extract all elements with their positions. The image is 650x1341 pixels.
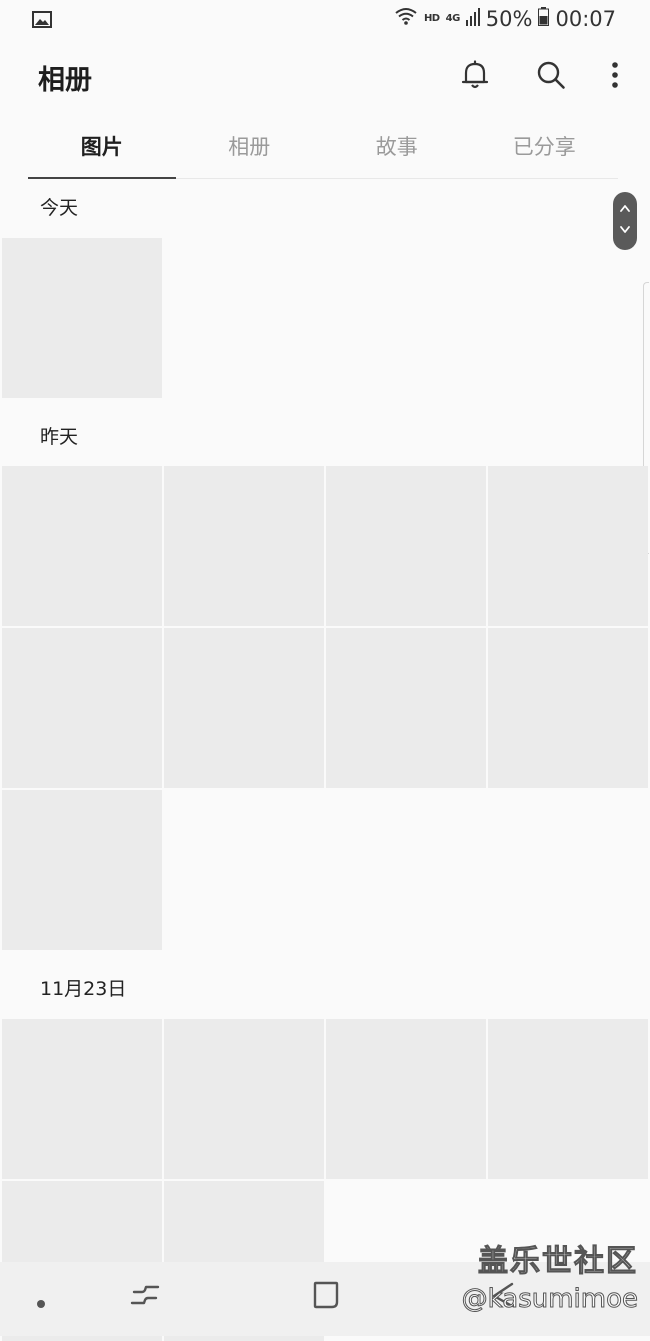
signal-icon: [465, 7, 480, 31]
battery-icon: [538, 6, 550, 31]
photo-thumbnail[interactable]: [326, 466, 486, 626]
fast-scroll-handle[interactable]: [613, 192, 637, 250]
search-button[interactable]: [532, 58, 570, 96]
photo-thumbnail[interactable]: [326, 1019, 486, 1179]
photo-thumbnail[interactable]: [2, 238, 162, 398]
more-options-button[interactable]: [608, 58, 622, 96]
photo-thumbnail[interactable]: [488, 1019, 648, 1179]
section-header-nov-23: 11月23日: [40, 978, 127, 1000]
tab-bar: 图片 相册 故事 已分享: [28, 122, 618, 179]
section-header-today: 今天: [40, 197, 79, 219]
nav-dot-icon: [36, 1294, 46, 1313]
photo-thumbnail[interactable]: [164, 1019, 324, 1179]
photo-thumbnail[interactable]: [326, 628, 486, 788]
tab-shared[interactable]: 已分享: [471, 122, 619, 178]
photo-thumbnail[interactable]: [2, 790, 162, 950]
tab-pictures[interactable]: 图片: [28, 122, 176, 179]
home-icon[interactable]: [312, 1280, 340, 1314]
more-vert-icon: [612, 62, 618, 92]
clock: 00:07: [555, 6, 616, 31]
photo-thumbnail[interactable]: [2, 1019, 162, 1179]
notifications-button[interactable]: [456, 58, 494, 96]
photo-thumbnail[interactable]: [2, 466, 162, 626]
fast-scroll-icon: [619, 201, 631, 241]
photo-thumbnail[interactable]: [164, 466, 324, 626]
network-label: 4G: [445, 13, 461, 24]
wifi-icon: [394, 6, 418, 31]
status-bar: HD 4G 50% 00:07: [0, 0, 650, 40]
search-icon: [536, 60, 566, 94]
page-title: 相册: [38, 65, 92, 96]
bell-icon: [461, 60, 489, 94]
image-icon: [32, 11, 52, 32]
photo-thumbnail[interactable]: [488, 628, 648, 788]
hd-label: HD: [423, 13, 440, 24]
battery-percent: 50%: [485, 6, 533, 31]
app-bar: 相册: [0, 40, 650, 116]
section-header-yesterday: 昨天: [40, 426, 79, 448]
photo-thumbnail[interactable]: [2, 628, 162, 788]
watermark-site: 盖乐世社区: [478, 1244, 638, 1280]
photo-thumbnail[interactable]: [164, 628, 324, 788]
watermark-user: @kasumimoe: [461, 1284, 638, 1315]
tab-albums[interactable]: 相册: [176, 122, 324, 178]
recents-icon[interactable]: [130, 1280, 160, 1314]
tab-stories[interactable]: 故事: [323, 122, 471, 178]
photo-thumbnail[interactable]: [488, 466, 648, 626]
